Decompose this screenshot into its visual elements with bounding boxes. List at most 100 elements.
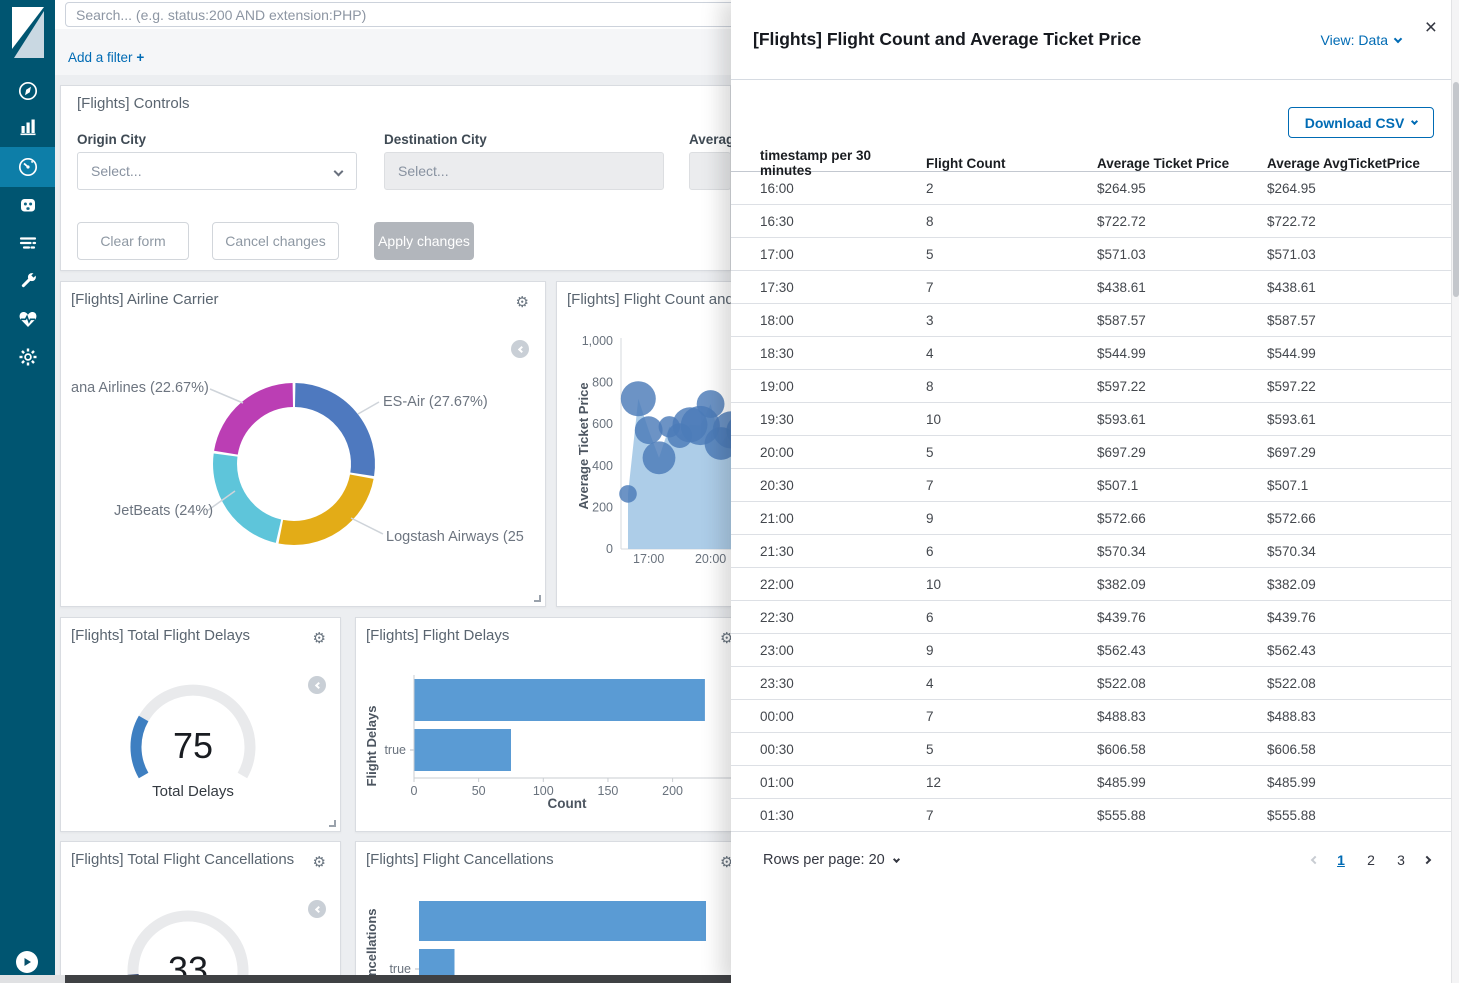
sidebar-item-discover[interactable] xyxy=(0,72,55,110)
gear-icon xyxy=(19,348,36,366)
destination-city-select[interactable]: Select... xyxy=(384,152,664,190)
view-data-label: View: Data xyxy=(1320,32,1388,48)
heartbeat-icon xyxy=(19,311,36,327)
panel-flight-delays: [Flights] Flight Delays ⚙ Flight Delays … xyxy=(355,617,733,832)
table-cell: $606.58 xyxy=(1267,741,1316,757)
cancel-changes-button[interactable]: Cancel changes xyxy=(212,222,339,260)
table-cell: 3 xyxy=(926,312,934,328)
sidebar-item-dev-tools[interactable] xyxy=(0,262,55,300)
log-lines-icon xyxy=(19,237,36,249)
table-header-cell: Average Ticket Price xyxy=(1097,155,1230,171)
table-row: 21:00 9 $572.66 $572.66 xyxy=(731,502,1459,535)
download-csv-button[interactable]: Download CSV xyxy=(1288,107,1434,138)
table-cell: 9 xyxy=(926,642,934,658)
table-cell: 18:00 xyxy=(760,312,794,328)
gauge-label: Total Delays xyxy=(152,783,234,800)
sidebar-item-visualize[interactable] xyxy=(0,108,55,146)
bar-chart-icon xyxy=(20,119,35,136)
kibana-dashboard-app: Add a filter + [Flights] Controls Origin… xyxy=(0,0,1459,983)
table-row: 22:00 10 $382.09 $382.09 xyxy=(731,568,1459,601)
table-cell: $572.66 xyxy=(1097,510,1146,526)
table-cell: $522.08 xyxy=(1267,675,1316,691)
table-header-cell: Flight Count xyxy=(926,155,1006,171)
pagination-page-3[interactable]: 3 xyxy=(1391,852,1411,868)
table-cell: $488.83 xyxy=(1267,708,1316,724)
svg-text:600: 600 xyxy=(592,417,613,431)
table-cell: 16:30 xyxy=(760,213,794,229)
apply-changes-button[interactable]: Apply changes xyxy=(374,222,474,260)
panel-title: [Flights] Controls xyxy=(77,95,190,112)
svg-text:0: 0 xyxy=(411,784,418,798)
flyout-title: [Flights] Flight Count and Average Ticke… xyxy=(753,29,1142,49)
kibana-logo[interactable] xyxy=(0,0,55,65)
table-cell: $722.72 xyxy=(1267,213,1316,229)
svg-text:200: 200 xyxy=(592,500,613,514)
scrollbar-thumb[interactable] xyxy=(1453,82,1459,297)
pagination-page-1[interactable]: 1 xyxy=(1331,852,1351,868)
data-table: timestamp per 30 minutes Flight Count Aver… xyxy=(731,148,1459,832)
play-icon xyxy=(24,958,31,966)
origin-city-label: Origin City xyxy=(77,132,147,147)
resize-handle[interactable] xyxy=(329,820,336,827)
table-cell: 2 xyxy=(926,180,934,196)
donut-label-ana-airlines: ana Airlines (22.67%) xyxy=(71,380,209,396)
browser-scrollbar[interactable] xyxy=(1451,0,1459,983)
table-cell: $382.09 xyxy=(1097,576,1146,592)
table-cell: $562.43 xyxy=(1267,642,1316,658)
table-cell: $587.57 xyxy=(1097,312,1146,328)
table-cell: $438.61 xyxy=(1097,279,1146,295)
add-filter-label: Add a filter xyxy=(68,50,133,65)
sidebar-item-management[interactable] xyxy=(0,338,55,376)
pagination-page-2[interactable]: 2 xyxy=(1361,852,1381,868)
table-cell: 17:00 xyxy=(760,246,794,262)
sidebar-item-dashboard[interactable] xyxy=(0,147,55,187)
table-header-cell: Average AvgTicketPrice xyxy=(1267,155,1420,171)
close-icon[interactable]: × xyxy=(1425,17,1437,38)
table-cell: 7 xyxy=(926,477,934,493)
bottom-dark-strip xyxy=(65,975,731,983)
resize-handle[interactable] xyxy=(534,595,541,602)
sidebar-item-monitoring[interactable] xyxy=(0,300,55,338)
table-cell: $593.61 xyxy=(1267,411,1316,427)
clear-form-button[interactable]: Clear form xyxy=(77,222,189,260)
panel-airline-carrier: [Flights] Airline Carrier ⚙ ana Airlines… xyxy=(60,281,546,607)
table-cell: 19:30 xyxy=(760,411,794,427)
pagination: 123 xyxy=(1309,852,1433,868)
table-cell: $597.22 xyxy=(1097,378,1146,394)
table-cell: 9 xyxy=(926,510,934,526)
top-search-bar xyxy=(55,0,765,29)
table-cell: $697.29 xyxy=(1097,444,1146,460)
table-cell: 5 xyxy=(926,444,934,460)
table-cell: $544.99 xyxy=(1097,345,1146,361)
table-row: 18:00 3 $587.57 $587.57 xyxy=(731,304,1459,337)
table-cell: 23:00 xyxy=(760,642,794,658)
table-cell: 4 xyxy=(926,675,934,691)
svg-text:20:00: 20:00 xyxy=(695,552,726,566)
pagination-prev-icon[interactable] xyxy=(1309,855,1321,865)
search-input[interactable] xyxy=(65,2,765,27)
rows-per-page-dropdown[interactable]: Rows per page: 20 xyxy=(763,852,900,868)
sidebar-item-timelion[interactable] xyxy=(0,186,55,224)
destination-city-label: Destination City xyxy=(384,132,487,147)
origin-city-select[interactable]: Select... xyxy=(77,152,357,190)
sidebar-item-logs[interactable] xyxy=(0,224,55,262)
sidebar-nav xyxy=(0,0,55,975)
flight-cancellations-chart[interactable]: true xyxy=(356,842,732,983)
table-cell: 10 xyxy=(926,576,942,592)
view-data-dropdown[interactable]: View: Data xyxy=(1320,32,1403,48)
table-cell: 19:00 xyxy=(760,378,794,394)
timelion-face-icon xyxy=(20,199,35,212)
pagination-next-icon[interactable] xyxy=(1421,855,1433,865)
add-filter-link[interactable]: Add a filter + xyxy=(68,50,144,65)
sidebar-collapse-button[interactable] xyxy=(16,951,38,973)
table-cell: 8 xyxy=(926,378,934,394)
table-cell: $555.88 xyxy=(1267,807,1316,823)
airline-donut-chart[interactable] xyxy=(61,282,547,608)
panel-flight-count: [Flights] Flight Count and Average Ticke… xyxy=(556,281,734,608)
table-cell: $562.43 xyxy=(1097,642,1146,658)
svg-text:true: true xyxy=(389,962,411,976)
average-select[interactable] xyxy=(689,152,731,190)
table-row: 23:00 9 $562.43 $562.43 xyxy=(731,634,1459,667)
flight-count-chart[interactable]: 0 200 400 600 800 1,000 17:00 20:00 xyxy=(557,282,733,608)
table-cell: $382.09 xyxy=(1267,576,1316,592)
